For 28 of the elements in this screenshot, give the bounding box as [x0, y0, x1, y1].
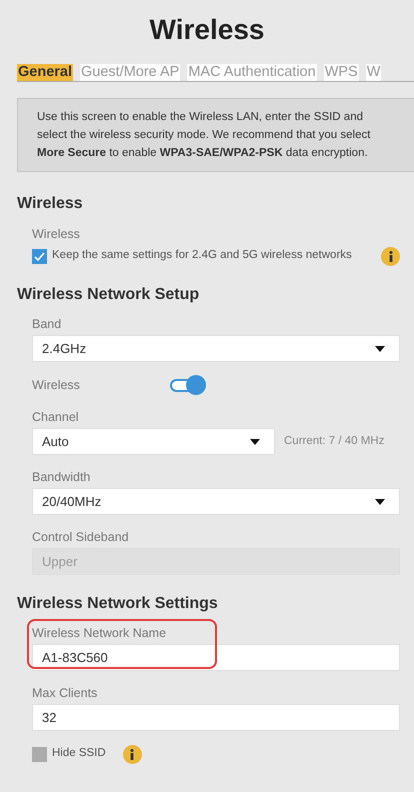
- caret-icon: [375, 346, 385, 352]
- channel-note: Current: 7 / 40 MHz: [284, 434, 384, 449]
- checkbox-label: Hide SSID: [52, 746, 106, 762]
- input-field[interactable]: A1-83C560: [32, 644, 400, 671]
- input-field[interactable]: 32: [32, 704, 400, 731]
- field-label: Wireless: [32, 376, 81, 394]
- field-label: Wireless: [32, 226, 81, 243]
- dropdown[interactable]: 20/40MHz: [32, 488, 400, 515]
- intro-text: Use this screen to enable the Wireless LAN, enter the SSID and select the wireless security mode. We recommend that you select More Secure to enable WPA3-SAE/WPA2-PSK data encryption.: [17, 98, 414, 172]
- field-label: Control Sideband: [32, 529, 130, 546]
- toggle-switch[interactable]: [170, 375, 206, 395]
- field-label: Wireless Network Name: [32, 625, 168, 642]
- tab[interactable]: General: [17, 64, 73, 81]
- section-heading: Wireless Network Settings: [17, 594, 219, 614]
- caret-icon: [375, 498, 385, 504]
- field-label: Bandwidth: [32, 469, 92, 486]
- caret-icon: [250, 438, 260, 444]
- page-title: Wireless: [148, 13, 266, 47]
- section-heading: Wireless: [17, 194, 84, 214]
- checkbox[interactable]: [32, 248, 47, 264]
- field-label: Band: [32, 316, 62, 333]
- dropdown[interactable]: Auto: [32, 428, 275, 455]
- section-heading: Wireless Network Setup: [17, 285, 200, 305]
- dropdown[interactable]: 2.4GHz: [32, 335, 400, 362]
- checkbox-label: Keep the same settings for 2.4G and 5G wireless networks: [52, 248, 352, 264]
- field-label: Max Clients: [32, 685, 98, 702]
- checkbox[interactable]: [32, 746, 47, 762]
- field-label: Channel: [32, 409, 80, 426]
